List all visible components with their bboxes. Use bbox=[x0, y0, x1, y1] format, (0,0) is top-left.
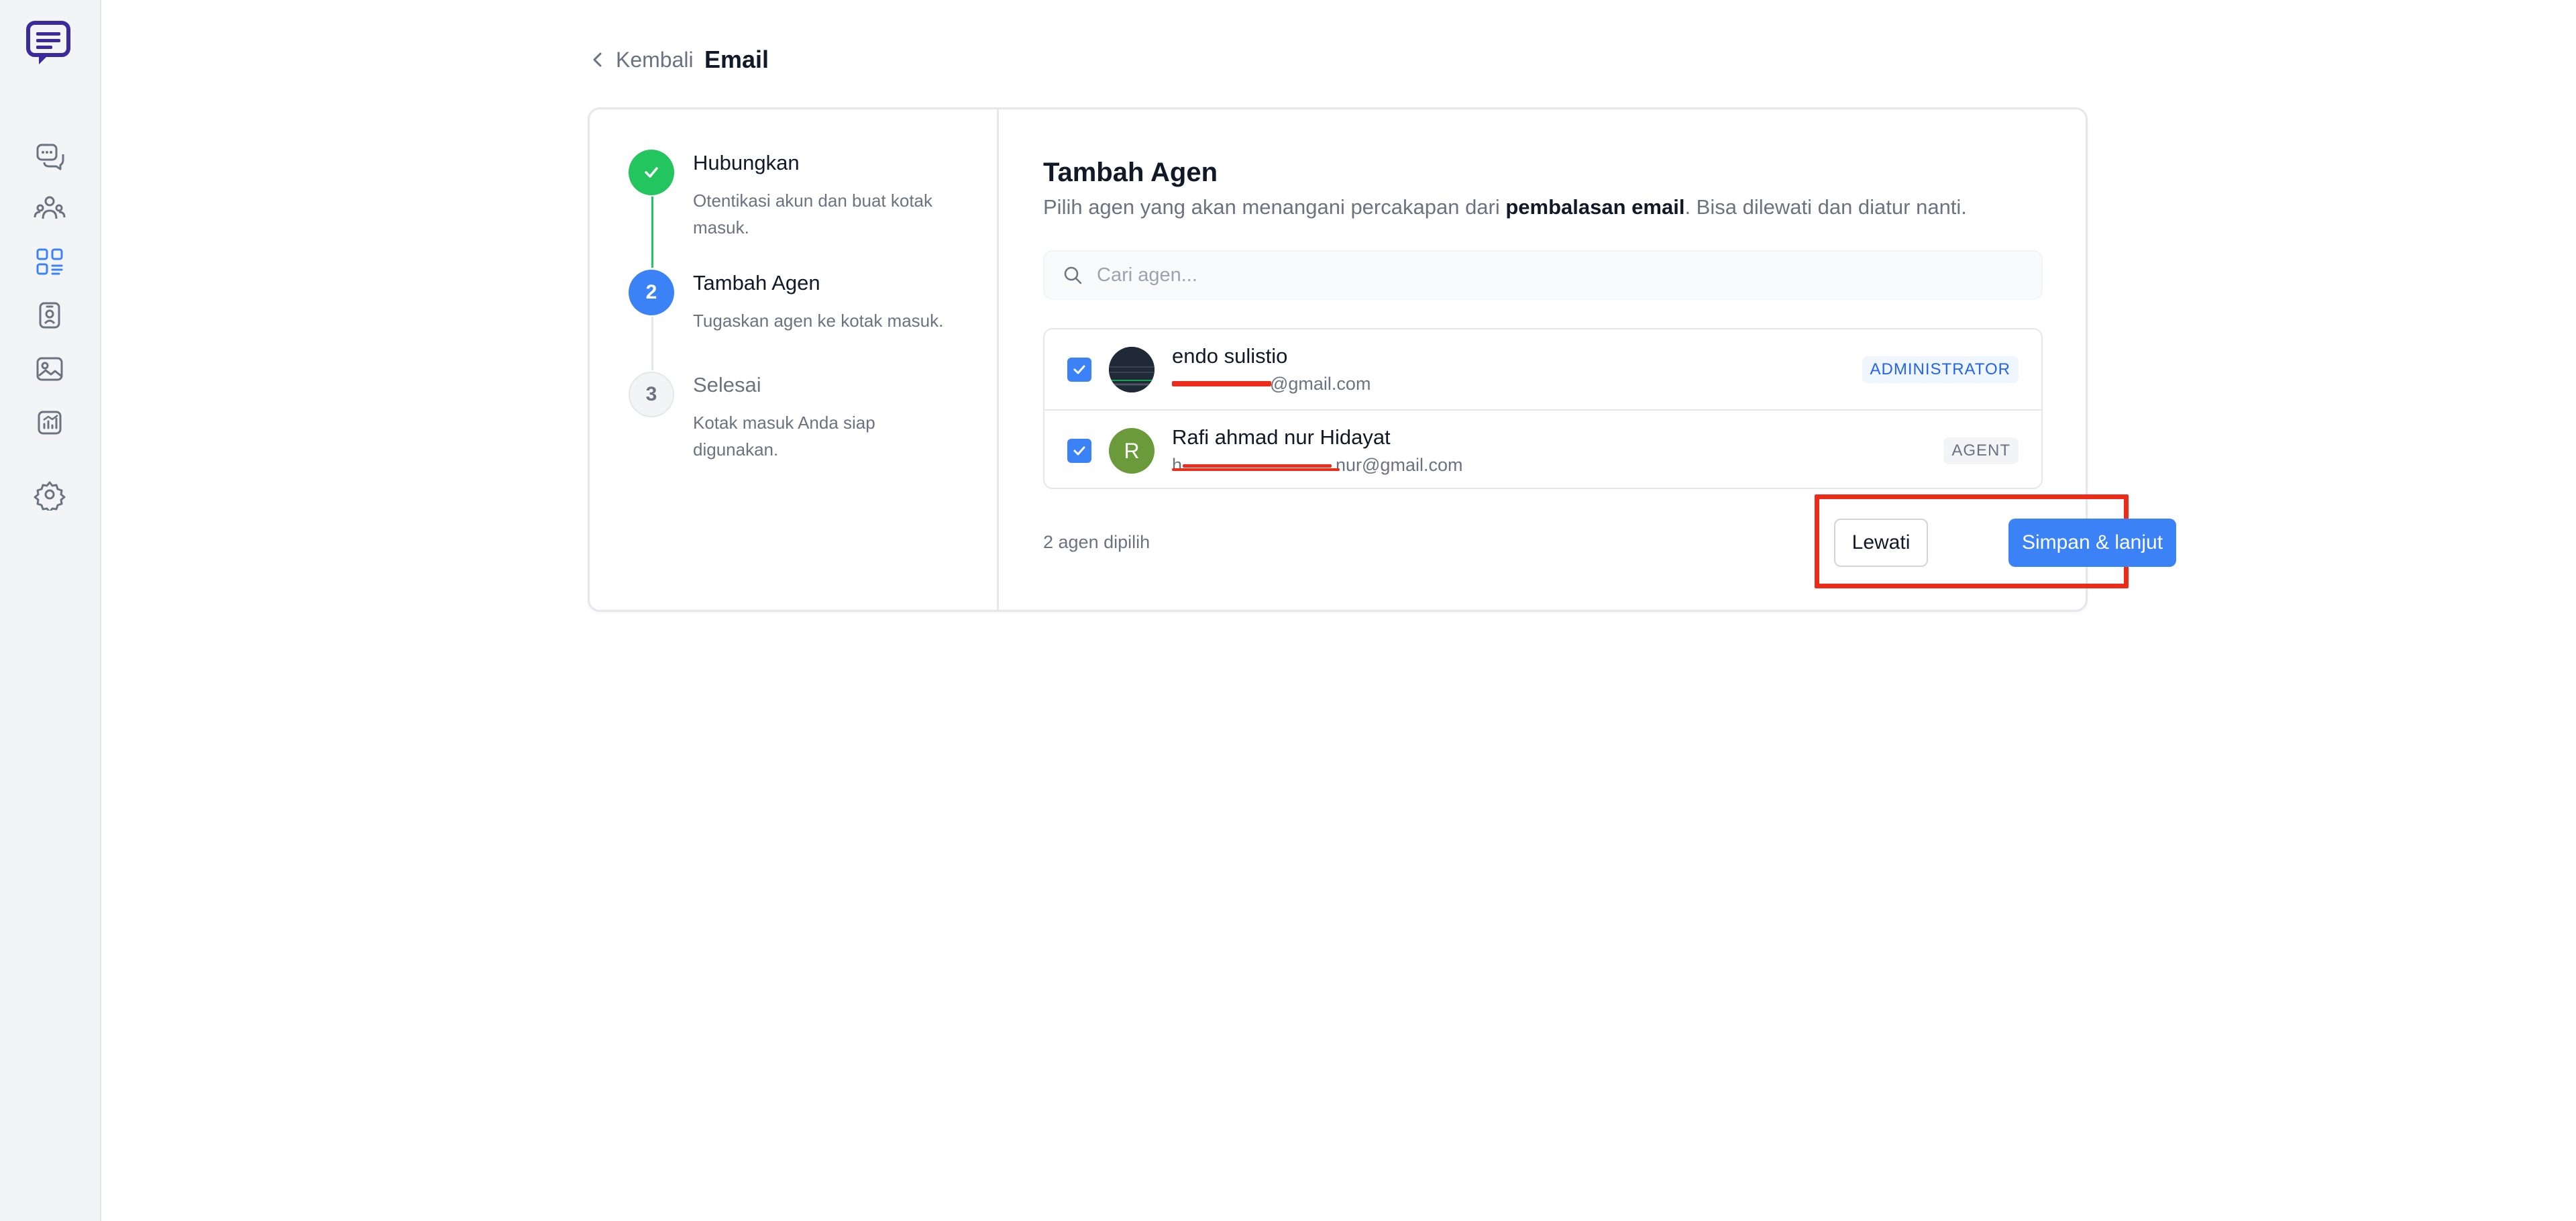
avatar bbox=[1109, 347, 1155, 392]
settings-gear-icon bbox=[34, 481, 66, 511]
image-gallery-icon bbox=[36, 357, 63, 381]
steps-pane: Hubungkan Otentikasi akun dan buat kotak… bbox=[590, 109, 999, 610]
avatar: R bbox=[1109, 428, 1155, 474]
setup-card: Hubungkan Otentikasi akun dan buat kotak… bbox=[588, 107, 2176, 612]
chevron-left-icon bbox=[593, 52, 602, 67]
agent-list: endo sulistio @gmail.com ADMINISTRATOR R… bbox=[1043, 328, 2043, 489]
nav-settings[interactable] bbox=[31, 476, 68, 513]
agent-email-start: h bbox=[1172, 455, 1183, 475]
redaction-mark bbox=[1172, 381, 1271, 386]
step-connector-complete bbox=[651, 197, 653, 268]
back-label: Kembali bbox=[616, 47, 694, 72]
list-item[interactable]: R Rafi ahmad nur Hidayat h nur@gmail.com… bbox=[1044, 409, 2041, 488]
checkmark-icon bbox=[1073, 365, 1085, 374]
agent-checkbox[interactable] bbox=[1067, 439, 1091, 463]
nav-contacts[interactable] bbox=[31, 189, 68, 227]
step-description: Otentikasi akun dan buat kotak masuk. bbox=[693, 191, 933, 237]
step-number: 3 bbox=[629, 372, 674, 417]
back-link[interactable]: Kembali bbox=[589, 44, 694, 75]
agent-search[interactable] bbox=[1043, 250, 2043, 300]
skip-button[interactable]: Lewati bbox=[1834, 519, 1928, 567]
dashboard-grid-icon bbox=[36, 248, 63, 275]
app-logo-icon[interactable] bbox=[25, 20, 74, 67]
section-title: Tambah Agen bbox=[1043, 158, 1218, 187]
search-input[interactable] bbox=[1097, 264, 1969, 286]
page-title: Email bbox=[704, 46, 769, 73]
description-text: Pilih agen yang akan menangani percakapa… bbox=[1043, 195, 1506, 219]
step-description: Tugaskan agen ke kotak masuk. bbox=[693, 311, 944, 331]
step-description: Kotak masuk Anda siap digunakan. bbox=[693, 413, 875, 460]
nav-conversations[interactable] bbox=[31, 136, 68, 173]
selected-count: 2 agen dipilih bbox=[1043, 532, 1150, 552]
role-badge: AGENT bbox=[1943, 437, 2019, 464]
list-item[interactable]: endo sulistio @gmail.com ADMINISTRATOR bbox=[1044, 329, 2041, 409]
redaction-mark bbox=[1183, 464, 1332, 468]
section-description: Pilih agen yang akan menangani percakapa… bbox=[1043, 195, 1967, 219]
step-connector-pending bbox=[651, 317, 653, 370]
step-title: Selesai bbox=[693, 373, 761, 396]
description-emphasis: pembalasan email bbox=[1505, 195, 1685, 219]
search-icon bbox=[1064, 266, 1082, 284]
step-title: Tambah Agen bbox=[693, 271, 820, 295]
redaction-mark bbox=[1172, 468, 1340, 471]
checkmark-icon bbox=[645, 167, 658, 178]
agent-name: endo sulistio bbox=[1172, 344, 1288, 368]
step-done-indicator bbox=[629, 150, 674, 195]
contacts-icon bbox=[34, 196, 66, 219]
agent-email-end: nur@gmail.com bbox=[1336, 455, 1463, 475]
agent-email: @gmail.com bbox=[1270, 374, 1371, 394]
contact-card-icon bbox=[39, 302, 60, 329]
chat-bubbles-icon bbox=[36, 144, 64, 170]
app-window: Kembali Email Hubungkan Otentikasi akun … bbox=[0, 0, 2576, 1221]
step-title: Hubungkan bbox=[693, 151, 800, 174]
save-continue-button[interactable]: Simpan & lanjut bbox=[2008, 519, 2176, 567]
role-badge: ADMINISTRATOR bbox=[1862, 356, 2019, 383]
description-text-end: . Bisa dilewati dan diatur nanti. bbox=[1684, 195, 1967, 219]
nav-reports[interactable] bbox=[31, 404, 68, 441]
agent-name: Rafi ahmad nur Hidayat bbox=[1172, 425, 1391, 449]
nav-dashboard[interactable] bbox=[31, 243, 68, 280]
checkmark-icon bbox=[1073, 446, 1085, 456]
step-number: 2 bbox=[629, 270, 674, 315]
nav-contact-card[interactable] bbox=[31, 297, 68, 334]
sidebar bbox=[0, 0, 101, 1221]
agent-checkbox[interactable] bbox=[1067, 358, 1091, 382]
reports-chart-icon bbox=[38, 411, 62, 435]
nav-media[interactable] bbox=[31, 350, 68, 388]
